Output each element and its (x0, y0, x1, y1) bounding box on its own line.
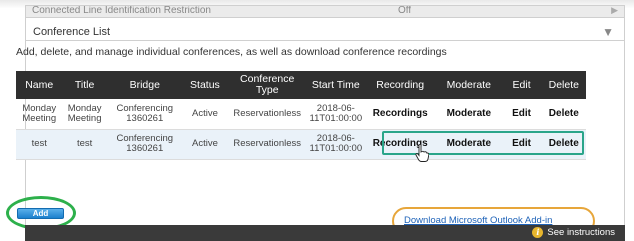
see-instructions-link[interactable]: i See instructions (532, 227, 615, 238)
cell-type: Reservationless (227, 129, 308, 160)
table-header-row: Name Title Bridge Status Conference Type… (16, 71, 586, 99)
header-conference-type: Conference Type (227, 71, 308, 99)
info-icon: i (532, 227, 544, 238)
previous-setting-label: Connected Line Identification Restrictio… (32, 6, 211, 14)
see-instructions-label: See instructions (547, 227, 615, 238)
footer-bar: i See instructions (25, 225, 625, 241)
delete-link[interactable]: Delete (541, 129, 586, 160)
header-title: Title (62, 71, 107, 99)
cell-title: test (62, 129, 107, 160)
cell-bridge: Conferencing 1360261 (106, 99, 183, 130)
cell-status: Active (182, 99, 228, 130)
previous-setting-value: Off (398, 6, 412, 14)
edit-link[interactable]: Edit (501, 99, 542, 130)
previous-setting-row: Connected Line Identification Restrictio… (26, 6, 624, 18)
table-row: test test Conferencing 1360261 Active Re… (16, 129, 586, 160)
cell-title: Monday Meeting (62, 99, 107, 130)
cell-start-time: 2018-06-11T01:00:00 (307, 129, 365, 160)
edit-link[interactable]: Edit (501, 129, 542, 160)
cell-bridge: Conferencing 1360261 (106, 129, 183, 160)
header-start-time: Start Time (307, 71, 365, 99)
add-button[interactable]: Add (17, 208, 64, 219)
delete-link[interactable]: Delete (541, 99, 586, 130)
header-bridge: Bridge (106, 71, 183, 99)
cell-status: Active (182, 129, 228, 160)
recordings-link[interactable]: Recordings (364, 99, 437, 130)
expand-arrow-icon[interactable]: ▶ (611, 6, 618, 14)
header-status: Status (182, 71, 228, 99)
conference-table: Name Title Bridge Status Conference Type… (16, 71, 586, 160)
hand-cursor-icon (415, 144, 429, 162)
triangle-down-icon[interactable]: ▼ (602, 25, 614, 39)
header-moderate: Moderate (436, 71, 502, 99)
header-name: Name (16, 71, 63, 99)
moderate-link[interactable]: Moderate (436, 129, 502, 160)
cell-name: Monday Meeting (16, 99, 63, 130)
cell-start-time: 2018-06-11T01:00:00 (307, 99, 365, 130)
header-delete: Delete (541, 71, 586, 99)
cell-name: test (16, 129, 63, 160)
section-title: Conference List (33, 26, 111, 38)
moderate-link[interactable]: Moderate (436, 99, 502, 130)
conference-list-header[interactable]: Conference List ▼ (26, 23, 624, 41)
header-edit: Edit (501, 71, 542, 99)
header-recording: Recording (364, 71, 437, 99)
table-row: Monday Meeting Monday Meeting Conferenci… (16, 99, 586, 130)
intro-text: Add, delete, and manage individual confe… (16, 46, 447, 58)
cell-type: Reservationless (227, 99, 308, 130)
